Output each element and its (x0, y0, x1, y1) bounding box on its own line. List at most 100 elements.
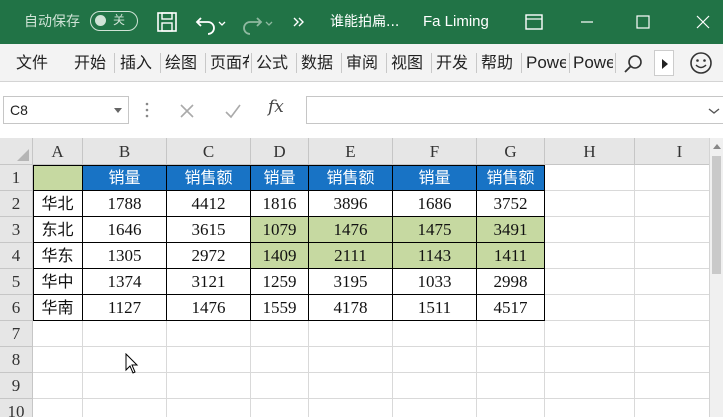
cell-b1[interactable]: 销量 (83, 165, 167, 191)
cell-g8[interactable] (477, 347, 545, 373)
cell-e9[interactable] (309, 373, 393, 399)
worksheet-grid[interactable]: ABCDEFGHI 1 2 3 4 5 6 7 8 9 10 销量 销售额 销量 销售额 销量 销售额 华北 1… (0, 138, 709, 417)
tab-draw[interactable]: 绘图 (165, 44, 201, 82)
cell-f5[interactable]: 1033 (393, 269, 477, 295)
cell-i4[interactable] (635, 243, 709, 269)
cell-b9[interactable] (83, 373, 167, 399)
cell-g6[interactable]: 4517 (477, 295, 545, 321)
tab-data[interactable]: 数据 (301, 44, 337, 82)
tab-formulas[interactable]: 公式 (256, 44, 292, 82)
cell-h4[interactable] (545, 243, 635, 269)
cell-f6[interactable]: 1511 (393, 295, 477, 321)
cell-f8[interactable] (393, 347, 477, 373)
cell-c2[interactable]: 4412 (167, 191, 251, 217)
cell-f9[interactable] (393, 373, 477, 399)
drag-handle-icon[interactable] (142, 100, 152, 120)
row-header-10[interactable]: 10 (0, 399, 33, 417)
cell-f2[interactable]: 1686 (393, 191, 477, 217)
cell-g2[interactable]: 3752 (477, 191, 545, 217)
cell-f4[interactable]: 1143 (393, 243, 477, 269)
column-header-f[interactable]: F (393, 138, 477, 165)
cell-d1[interactable]: 销量 (251, 165, 309, 191)
insert-function-button[interactable]: fx (268, 97, 284, 117)
cell-a1[interactable] (33, 165, 83, 191)
cell-i8[interactable] (635, 347, 709, 373)
tab-home[interactable]: 开始 (74, 44, 110, 82)
more-commands-icon[interactable] (290, 8, 306, 36)
ribbon-display-options-icon[interactable] (520, 8, 548, 36)
tab-developer[interactable]: 开发 (436, 44, 472, 82)
scrollbar-thumb[interactable] (712, 156, 721, 274)
undo-dropdown-icon[interactable] (216, 8, 228, 36)
cell-h7[interactable] (545, 321, 635, 347)
cell-b7[interactable] (83, 321, 167, 347)
column-header-a[interactable]: A (33, 138, 83, 165)
column-header-g[interactable]: G (477, 138, 545, 165)
tab-help[interactable]: 帮助 (481, 44, 517, 82)
cell-b4[interactable]: 1305 (83, 243, 167, 269)
cell-a10[interactable] (33, 399, 83, 417)
cell-e5[interactable]: 3195 (309, 269, 393, 295)
tab-page-layout[interactable]: 页面布 (210, 44, 249, 82)
save-icon[interactable] (153, 8, 181, 36)
cell-e3[interactable]: 1476 (309, 217, 393, 243)
cell-a8[interactable] (33, 347, 83, 373)
cell-c7[interactable] (167, 321, 251, 347)
row-header-6[interactable]: 6 (0, 295, 33, 321)
row-header-1[interactable]: 1 (0, 165, 33, 191)
cell-g10[interactable] (477, 399, 545, 417)
cancel-icon[interactable] (176, 100, 198, 122)
column-header-d[interactable]: D (251, 138, 309, 165)
cell-i5[interactable] (635, 269, 709, 295)
cell-h1[interactable] (545, 165, 635, 191)
cell-a7[interactable] (33, 321, 83, 347)
maximize-icon[interactable] (620, 0, 666, 44)
close-icon[interactable] (680, 0, 723, 44)
cell-f7[interactable] (393, 321, 477, 347)
column-header-b[interactable]: B (83, 138, 167, 165)
cell-a9[interactable] (33, 373, 83, 399)
row-header-4[interactable]: 4 (0, 243, 33, 269)
cell-i3[interactable] (635, 217, 709, 243)
cell-i7[interactable] (635, 321, 709, 347)
cell-h8[interactable] (545, 347, 635, 373)
cell-g4[interactable]: 1411 (477, 243, 545, 269)
column-header-e[interactable]: E (309, 138, 393, 165)
cell-i1[interactable] (635, 165, 709, 191)
cell-g7[interactable] (477, 321, 545, 347)
scroll-up-icon[interactable] (713, 144, 721, 149)
smiley-icon[interactable] (688, 50, 714, 76)
cell-d8[interactable] (251, 347, 309, 373)
cell-a6[interactable]: 华南 (33, 295, 83, 321)
user-name[interactable]: Fa Liming (423, 0, 489, 44)
cell-i10[interactable] (635, 399, 709, 417)
cell-d7[interactable] (251, 321, 309, 347)
cell-h9[interactable] (545, 373, 635, 399)
row-header-8[interactable]: 8 (0, 347, 33, 373)
cell-d10[interactable] (251, 399, 309, 417)
cell-c4[interactable]: 2972 (167, 243, 251, 269)
tab-review[interactable]: 审阅 (346, 44, 382, 82)
cell-c9[interactable] (167, 373, 251, 399)
name-box[interactable]: C8 (3, 96, 129, 124)
row-header-5[interactable]: 5 (0, 269, 33, 295)
cell-b5[interactable]: 1374 (83, 269, 167, 295)
row-header-2[interactable]: 2 (0, 191, 33, 217)
cell-c1[interactable]: 销售额 (167, 165, 251, 191)
row-header-7[interactable]: 7 (0, 321, 33, 347)
chevron-down-icon[interactable] (114, 108, 122, 113)
column-header-i[interactable]: I (635, 138, 709, 165)
minimize-icon[interactable] (564, 0, 610, 44)
cell-b6[interactable]: 1127 (83, 295, 167, 321)
cell-d4[interactable]: 1409 (251, 243, 309, 269)
cell-h5[interactable] (545, 269, 635, 295)
tab-power-pivot[interactable]: Powe (526, 44, 566, 82)
cell-d2[interactable]: 1816 (251, 191, 309, 217)
cell-b10[interactable] (83, 399, 167, 417)
autosave-toggle[interactable]: 关 (90, 11, 138, 31)
cell-d5[interactable]: 1259 (251, 269, 309, 295)
cell-a4[interactable]: 华东 (33, 243, 83, 269)
formula-input[interactable] (306, 96, 723, 124)
search-icon[interactable] (622, 52, 646, 76)
cell-g5[interactable]: 2998 (477, 269, 545, 295)
